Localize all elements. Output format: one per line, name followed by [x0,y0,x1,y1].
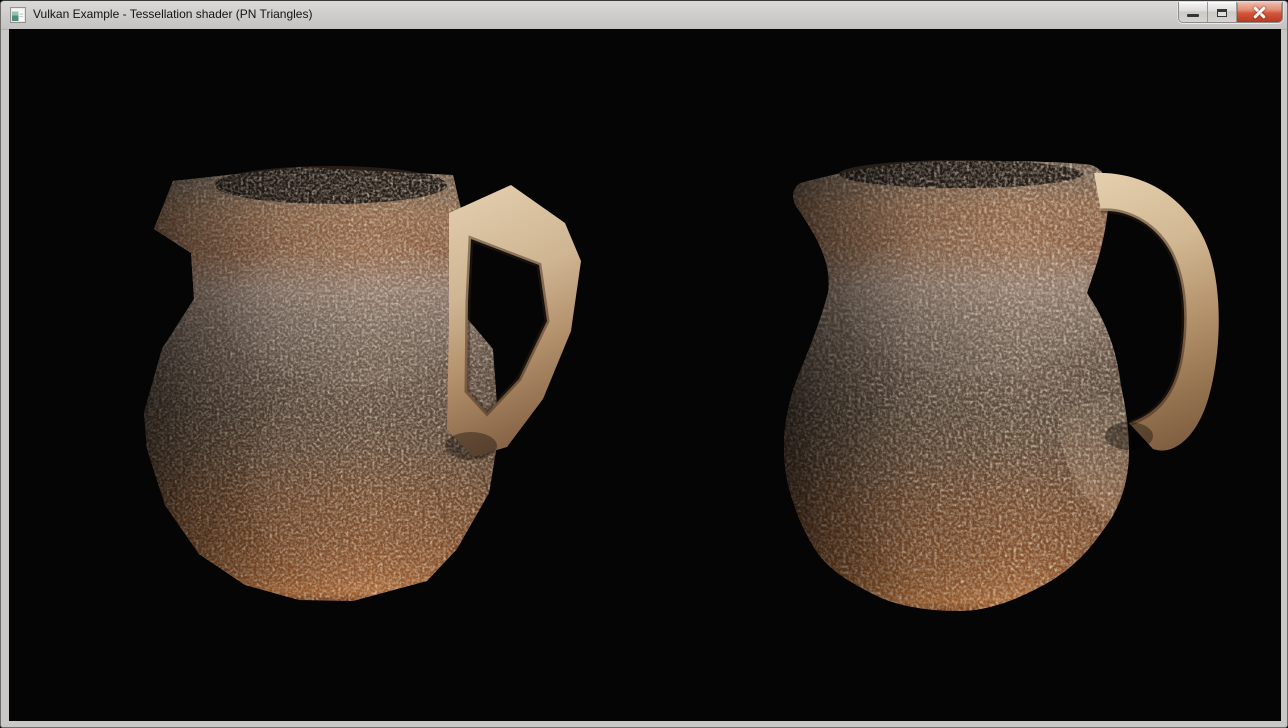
application-window-icon [10,7,26,23]
jug-right-shading [784,161,1129,611]
jug-left-lowpoly [141,161,601,641]
app-window: Vulkan Example - Tessellation shader (PN… [0,0,1288,728]
window-title: Vulkan Example - Tessellation shader (PN… [33,1,312,29]
minimize-icon [1187,14,1199,17]
render-viewport[interactable] [9,29,1281,721]
maximize-button[interactable] [1208,2,1237,22]
minimize-button[interactable] [1179,2,1208,22]
jug-left-handle-joint-shadow [445,432,497,460]
jug-right-handle-joint-shadow [1105,422,1153,450]
close-icon [1251,5,1268,19]
jug-left-shading [144,167,499,601]
caption-button-group [1178,2,1283,23]
close-button[interactable] [1237,2,1282,22]
titlebar[interactable]: Vulkan Example - Tessellation shader (PN… [1,1,1287,30]
jug-right-tessellated [761,151,1231,631]
maximize-icon [1217,9,1227,17]
